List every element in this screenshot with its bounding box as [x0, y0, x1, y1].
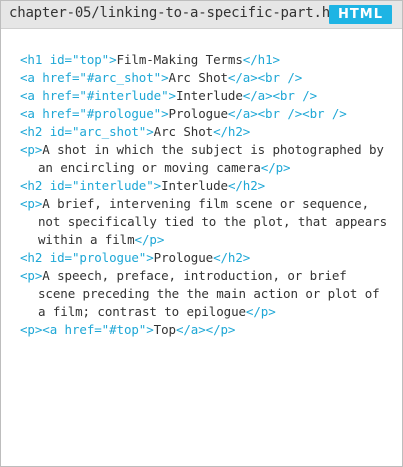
html-tag: <p>: [20, 142, 43, 157]
code-line: <p><a href="#top">Top</a></p>: [20, 321, 390, 339]
code-text: Top: [153, 322, 176, 337]
code-line: <p>A brief, intervening film scene or se…: [20, 195, 390, 249]
code-line: <a href="#interlude">Interlude</a><br />: [20, 87, 390, 105]
html-tag: </p>: [260, 160, 291, 175]
html-tag: <p><a href="#top">: [20, 322, 154, 337]
code-text: A brief, intervening film scene or seque…: [38, 196, 388, 247]
code-text: Arc Shot: [168, 70, 229, 85]
html-tag: </h2>: [213, 250, 251, 265]
html-tag: <h2 id="interlude">: [20, 178, 162, 193]
code-text: A shot in which the subject is photograp…: [38, 142, 384, 175]
code-line: <h1 id="top">Film-Making Terms</h1>: [20, 51, 390, 69]
html-tag: </h2>: [227, 178, 266, 193]
code-listing: <h1 id="top">Film-Making Terms</h1> <a hr…: [20, 51, 390, 339]
code-line: <h2 id="prologue">Prologue</h2>: [20, 249, 390, 267]
code-line: <p>A shot in which the subject is photog…: [20, 141, 390, 177]
code-line: <h2 id="arc_shot">Arc Shot</h2>: [20, 123, 390, 141]
code-panel: chapter-05/linking-to-a-specific-part.ht…: [0, 0, 403, 467]
code-line: <h2 id="interlude">Interlude</h2>: [20, 177, 390, 195]
code-text: Film-Making Terms: [116, 52, 243, 67]
html-tag: </p>: [245, 304, 276, 319]
html-tag: <h2 id="arc_shot">: [20, 124, 154, 139]
html-tag: </h2>: [213, 124, 251, 139]
code-line: <p>A speech, preface, introduction, or b…: [20, 267, 390, 321]
html-tag: <a href="#prologue">: [20, 106, 169, 121]
code-text: Prologue: [153, 250, 214, 265]
html-tag: </a><br />: [227, 70, 303, 85]
html-tag: </a><br /><br />: [227, 106, 347, 121]
html-tag: <a href="#interlude">: [20, 88, 176, 103]
code-text: A speech, preface, introduction, or brie…: [38, 268, 380, 319]
html-tag: </a><br />: [242, 88, 318, 103]
code-text: Interlude: [175, 88, 243, 103]
code-line: <a href="#prologue">Prologue</a><br /><b…: [20, 105, 390, 123]
html-tag: <a href="#arc_shot">: [20, 70, 169, 85]
html-tag: </a></p>: [175, 322, 236, 337]
code-text: Arc Shot: [153, 124, 214, 139]
file-name: chapter-05/linking-to-a-specific-part.ht…: [9, 5, 355, 21]
code-line: <a href="#arc_shot">Arc Shot</a><br />: [20, 69, 390, 87]
code-header: chapter-05/linking-to-a-specific-part.ht…: [1, 1, 402, 29]
html-tag: </p>: [134, 232, 165, 247]
html-tag: <h2 id="prologue">: [20, 250, 154, 265]
code-text: Interlude: [161, 178, 228, 193]
code-text: Prologue: [168, 106, 229, 121]
html-tag: <h1 id="top">: [20, 52, 117, 67]
html-tag: <p>: [20, 268, 43, 283]
language-badge: HTML: [329, 5, 392, 24]
html-tag: </h1>: [242, 52, 280, 67]
html-tag: <p>: [20, 196, 43, 211]
